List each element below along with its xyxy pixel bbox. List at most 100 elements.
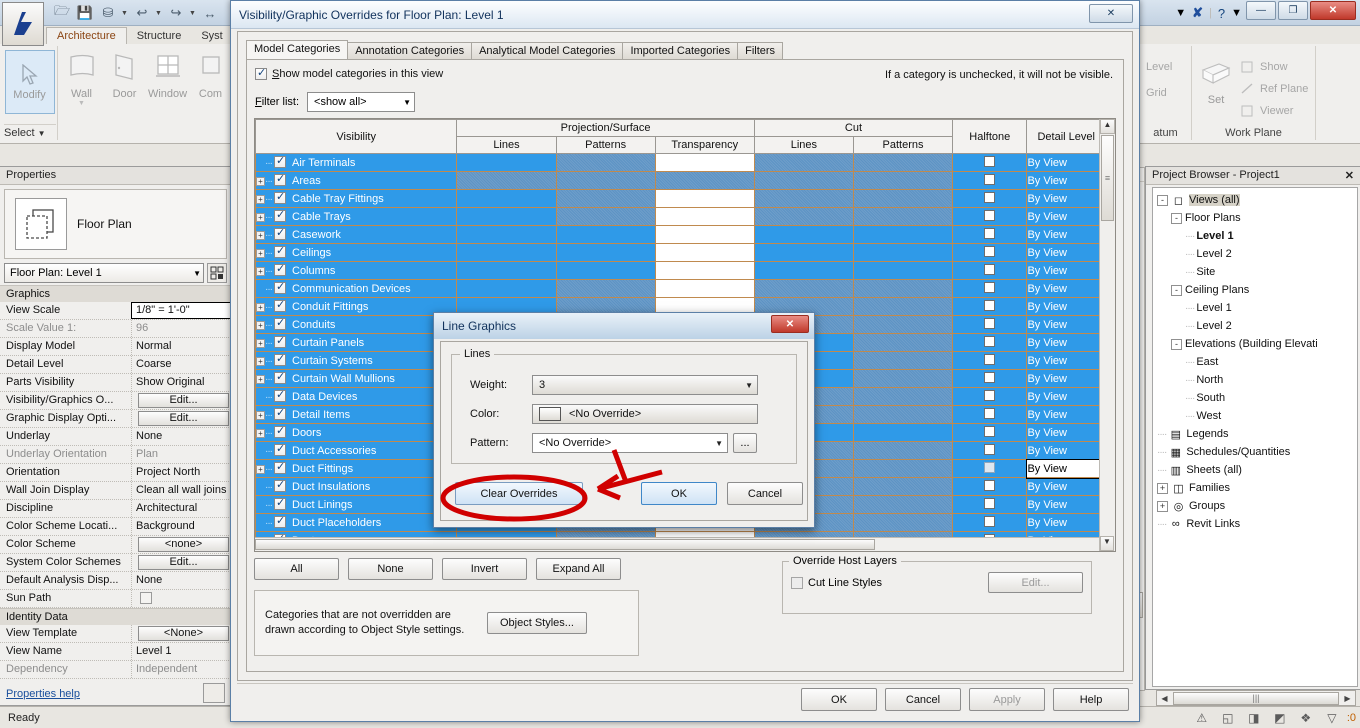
select-pinned-icon[interactable]: ◨ (1243, 709, 1265, 727)
category-expand-all-button[interactable]: Expand All (536, 558, 621, 580)
detail-level-cell[interactable]: By View (1026, 261, 1106, 280)
window-button[interactable]: Window (146, 46, 189, 107)
collapse-icon[interactable]: - (1171, 338, 1182, 350)
override-cell[interactable] (456, 207, 557, 226)
detail-level-cell[interactable]: By View (1026, 315, 1106, 334)
browser-node[interactable]: + ◎ Groups (1153, 497, 1357, 515)
category-row[interactable]: +··· Columns By View (255, 261, 1106, 280)
halftone-checkbox[interactable] (984, 228, 996, 239)
category-row[interactable]: ··· Communication Devices By View (255, 279, 1106, 298)
application-menu-button[interactable] (2, 2, 44, 46)
detail-level-cell[interactable]: By View (1026, 189, 1106, 208)
halftone-checkbox[interactable] (984, 318, 996, 329)
horizontal-scrollbar[interactable]: ◀ ||| ▶ (1156, 690, 1356, 706)
show-model-categories-row[interactable]: SShow model categories in this viewhow m… (255, 66, 443, 80)
override-cell[interactable] (654, 225, 755, 244)
grid-vertical-scrollbar[interactable]: ▲ ≡ ▼ (1099, 119, 1115, 551)
category-visibility-cell[interactable]: ··· Duct Placeholders (255, 513, 458, 532)
modify-button[interactable]: Modify (4, 50, 55, 114)
edit-type-button[interactable] (207, 263, 227, 283)
chevron-down-icon[interactable]: ▼ (121, 10, 129, 17)
category-row[interactable]: +··· Ceilings By View (255, 243, 1106, 262)
category-visibility-checkbox[interactable] (274, 407, 286, 420)
chevron-down-icon[interactable]: ▼ (155, 10, 163, 17)
detail-level-cell[interactable]: By View (1025, 458, 1107, 479)
halftone-checkbox[interactable] (984, 246, 996, 257)
halftone-checkbox[interactable] (984, 264, 996, 275)
category-visibility-checkbox[interactable] (274, 245, 286, 258)
category-visibility-checkbox[interactable] (274, 371, 286, 384)
category-row[interactable]: +··· Casework By View (255, 225, 1106, 244)
property-edit-button[interactable]: Edit... (138, 411, 229, 426)
override-cell[interactable] (654, 189, 755, 208)
property-value[interactable]: 96 (131, 320, 231, 337)
chevron-down-icon[interactable]: ▼ (1175, 7, 1186, 19)
browser-node[interactable]: ···· ▦ Schedules/Quantities (1153, 443, 1357, 461)
property-edit-button[interactable]: <None> (138, 626, 229, 641)
sync-icon[interactable]: ⛁ (98, 3, 118, 23)
vg-tab-annotation-categories[interactable]: Annotation Categories (347, 42, 473, 60)
grid-horizontal-scrollbar[interactable] (255, 537, 1099, 551)
x-icon[interactable]: ✘ (1192, 5, 1203, 21)
halftone-cell[interactable] (952, 387, 1028, 406)
scroll-right-arrow[interactable]: ▶ (1340, 694, 1355, 703)
category-row[interactable]: +··· Cable Trays By View (255, 207, 1106, 226)
expand-icon[interactable]: + (1157, 482, 1168, 494)
lg-ok-button[interactable]: OK (641, 482, 717, 505)
property-value[interactable]: Normal (131, 338, 231, 355)
override-cell[interactable] (753, 243, 854, 262)
category-visibility-cell[interactable]: ··· Air Terminals (255, 153, 458, 172)
category-row[interactable]: ··· Air Terminals By View (255, 153, 1106, 172)
browser-node[interactable]: - Ceiling Plans (1153, 281, 1357, 299)
category-visibility-cell[interactable]: ··· Duct Accessories (255, 441, 458, 460)
lg-cancel-button[interactable]: Cancel (727, 482, 803, 505)
override-cell[interactable] (654, 243, 755, 262)
property-value[interactable]: Background (131, 518, 231, 535)
halftone-checkbox[interactable] (984, 444, 996, 455)
category-visibility-checkbox[interactable] (274, 173, 286, 186)
detail-level-cell[interactable]: By View (1026, 495, 1106, 514)
override-cell[interactable] (654, 207, 755, 226)
expand-icon[interactable]: + (256, 465, 265, 474)
browser-node[interactable]: ···· ∞ Revit Links (1153, 515, 1357, 533)
property-value[interactable]: Show Original (131, 374, 231, 391)
override-cell[interactable] (456, 153, 557, 172)
vg-tab-filters[interactable]: Filters (737, 42, 784, 60)
halftone-cell[interactable] (952, 459, 1028, 478)
warning-icon[interactable]: ⚠ (1191, 709, 1213, 727)
property-value[interactable]: None (131, 572, 231, 589)
browser-node[interactable]: ···· Site (1153, 263, 1357, 281)
category-visibility-cell[interactable]: +··· Curtain Panels (255, 333, 458, 352)
halftone-cell[interactable] (952, 315, 1028, 334)
detail-level-cell[interactable]: By View (1026, 171, 1106, 190)
collapse-icon[interactable]: - (1171, 284, 1182, 296)
clear-overrides-button[interactable]: Clear Overrides (455, 482, 583, 505)
door-button[interactable]: Door (103, 46, 146, 107)
vg-tab-imported-categories[interactable]: Imported Categories (622, 42, 739, 60)
halftone-cell[interactable] (952, 243, 1028, 262)
override-cell[interactable] (456, 261, 557, 280)
property-value[interactable]: Architectural (131, 500, 231, 517)
vg-dialog-close-button[interactable]: ✕ (1089, 4, 1133, 23)
property-value[interactable]: Coarse (131, 356, 231, 373)
browser-node[interactable]: ···· East (1153, 353, 1357, 371)
halftone-checkbox[interactable] (984, 408, 996, 419)
category-visibility-cell[interactable]: +··· Curtain Wall Mullions (255, 369, 458, 388)
scroll-thumb[interactable]: ≡ (1101, 135, 1114, 221)
color-button[interactable]: <No Override> (532, 404, 758, 424)
vg-tab-model-categories[interactable]: Model Categories (246, 40, 349, 60)
browser-node[interactable]: - Elevations (Building Elevati (1153, 335, 1357, 353)
detail-level-cell[interactable]: By View (1026, 297, 1106, 316)
halftone-checkbox[interactable] (984, 390, 996, 401)
category-none-button[interactable]: None (348, 558, 433, 580)
component-button[interactable]: Com (189, 46, 232, 107)
grid-button[interactable]: Grid (1146, 82, 1191, 104)
override-cell[interactable] (852, 423, 954, 442)
project-browser-tree[interactable]: - ◻ Views (all) - Floor Plans ···· Level 1 ····… (1152, 187, 1358, 687)
detail-level-cell[interactable]: By View (1026, 225, 1106, 244)
category-visibility-checkbox[interactable] (274, 191, 286, 204)
category-all-button[interactable]: All (254, 558, 339, 580)
category-visibility-cell[interactable]: +··· Casework (255, 225, 458, 244)
browser-node[interactable]: ···· South (1153, 389, 1357, 407)
properties-help-link[interactable]: Properties help (6, 688, 80, 700)
